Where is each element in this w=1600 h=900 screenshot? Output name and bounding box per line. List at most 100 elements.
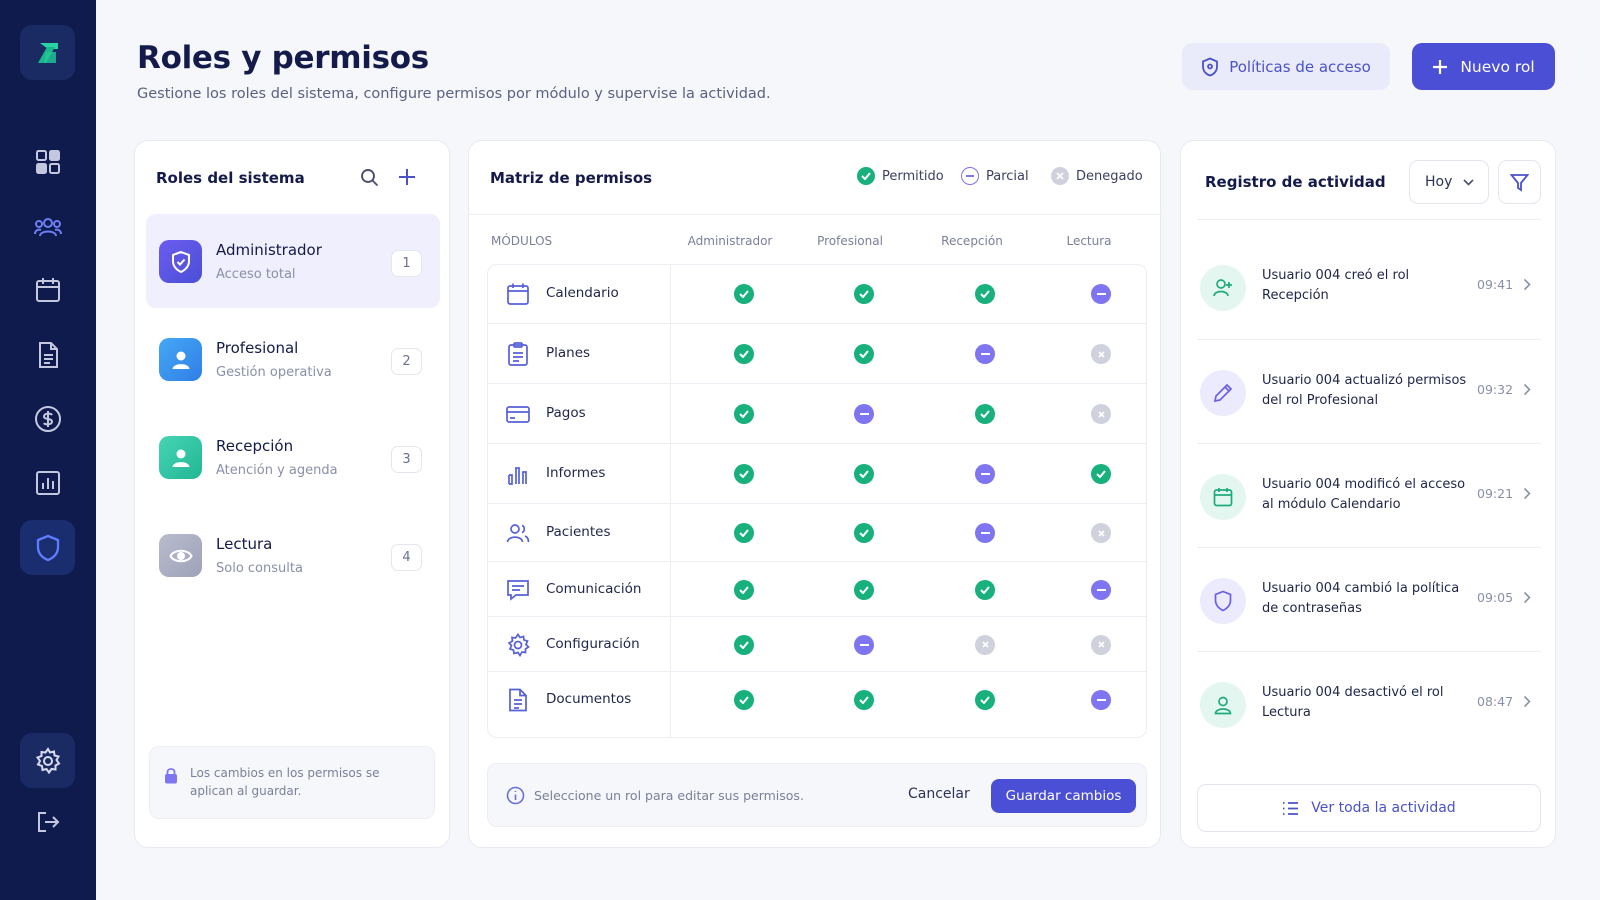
pencil-icon xyxy=(1213,383,1233,403)
module-name: Comunicación xyxy=(546,580,642,597)
minus-circle-icon xyxy=(980,532,990,534)
permission-toggle-lectura[interactable] xyxy=(1091,404,1111,424)
cancel-button[interactable]: Cancelar xyxy=(908,786,970,802)
permission-toggle-lectura[interactable] xyxy=(1091,579,1111,600)
role-description: Acceso total xyxy=(216,267,296,282)
permission-row: Configuración xyxy=(488,616,1146,671)
legend-allowed-label: Permitido xyxy=(882,168,944,184)
column-header-administrador: Administrador xyxy=(687,234,773,248)
permission-toggle-recepcion[interactable] xyxy=(975,523,995,543)
chevron-right-icon xyxy=(1523,278,1531,291)
users-icon xyxy=(33,217,62,236)
role-count-badge: 3 xyxy=(391,446,422,473)
calendar-icon xyxy=(35,277,60,302)
permission-toggle-lectura[interactable] xyxy=(1091,284,1111,304)
permission-toggle-lectura[interactable] xyxy=(1091,344,1111,364)
activity-filter-button[interactable] xyxy=(1498,160,1541,204)
check-circle-icon xyxy=(739,470,749,478)
permission-toggle-profesional[interactable] xyxy=(854,523,874,543)
nav-documents[interactable] xyxy=(20,327,75,382)
nav-calendar[interactable] xyxy=(20,262,75,317)
activity-time: 09:32 xyxy=(1477,382,1514,397)
column-header-lectura: Lectura xyxy=(1066,234,1112,248)
permission-toggle-profesional[interactable] xyxy=(854,464,874,484)
permission-toggle-profesional[interactable] xyxy=(854,404,874,424)
legend-partial: Parcial xyxy=(961,167,1029,185)
save-changes-button[interactable]: Guardar cambios xyxy=(991,779,1136,813)
matrix-header-divider xyxy=(469,214,1162,215)
nav-roles[interactable] xyxy=(20,520,75,575)
shield-icon xyxy=(1202,57,1219,76)
permission-toggle-recepcion[interactable] xyxy=(975,464,995,484)
nav-logout[interactable] xyxy=(20,794,75,849)
matrix-footer: Seleccione un rol para editar sus permis… xyxy=(487,763,1147,827)
chevron-right-icon xyxy=(1523,383,1531,396)
permission-toggle-administrador[interactable] xyxy=(734,579,754,600)
activity-date-filter[interactable]: Hoy xyxy=(1409,160,1489,204)
permission-toggle-administrador[interactable] xyxy=(734,404,754,424)
nav-settings[interactable] xyxy=(20,733,75,788)
activity-item[interactable]: Usuario 004 modificó el acceso al módulo… xyxy=(1197,443,1541,547)
permission-row: Calendario xyxy=(488,265,1146,323)
permission-toggle-recepcion[interactable] xyxy=(975,689,995,710)
document-icon xyxy=(38,341,58,368)
permission-toggle-recepcion[interactable] xyxy=(975,404,995,424)
role-item-recepcion[interactable]: Recepción Atención y agenda 3 xyxy=(146,410,440,504)
shield-icon xyxy=(1214,590,1232,612)
calendar-icon xyxy=(1213,487,1233,507)
access-policies-button[interactable]: Políticas de acceso xyxy=(1182,43,1390,90)
check-circle-icon xyxy=(739,695,749,704)
x-circle-icon xyxy=(981,641,989,648)
permission-toggle-recepcion[interactable] xyxy=(975,579,995,600)
role-item-lectura[interactable]: Lectura Solo consulta 4 xyxy=(146,508,440,602)
bar-chart-icon xyxy=(508,467,527,485)
access-policies-label: Políticas de acceso xyxy=(1229,57,1371,76)
nav-billing[interactable] xyxy=(20,391,75,446)
permission-toggle-lectura[interactable] xyxy=(1091,689,1111,710)
minus-circle-icon xyxy=(961,167,979,185)
permission-toggle-profesional[interactable] xyxy=(854,284,874,304)
view-all-activity-button[interactable]: Ver toda la actividad xyxy=(1197,784,1541,832)
permission-toggle-lectura[interactable] xyxy=(1091,464,1111,484)
permission-toggle-lectura[interactable] xyxy=(1091,523,1111,543)
role-item-profesional[interactable]: Profesional Gestión operativa 2 xyxy=(146,312,440,406)
clipboard-icon xyxy=(508,342,528,366)
permission-toggle-administrador[interactable] xyxy=(734,689,754,710)
new-role-button[interactable]: Nuevo rol xyxy=(1412,43,1555,90)
permission-toggle-administrador[interactable] xyxy=(734,464,754,484)
nav-reports[interactable] xyxy=(20,455,75,510)
permission-toggle-profesional[interactable] xyxy=(854,634,874,655)
permission-toggle-administrador[interactable] xyxy=(734,523,754,543)
activity-item[interactable]: Usuario 004 actualizó permisos del rol P… xyxy=(1197,339,1541,443)
logo[interactable] xyxy=(20,25,75,80)
role-item-administrador[interactable]: Administrador Acceso total 1 xyxy=(146,214,440,308)
permission-toggle-lectura[interactable] xyxy=(1091,634,1111,655)
plus-icon xyxy=(1433,59,1448,74)
plus-icon xyxy=(399,169,415,185)
permission-toggle-administrador[interactable] xyxy=(734,634,754,655)
eye-icon xyxy=(168,549,193,562)
permission-toggle-administrador[interactable] xyxy=(734,284,754,304)
permission-toggle-administrador[interactable] xyxy=(734,344,754,364)
activity-item[interactable]: Usuario 004 cambió la política de contra… xyxy=(1197,547,1541,651)
nav-dashboard[interactable] xyxy=(20,134,75,189)
check-circle-icon xyxy=(980,290,990,298)
check-circle-icon xyxy=(859,585,869,594)
check-circle-icon xyxy=(739,529,749,537)
activity-text: Usuario 004 cambió la política de contra… xyxy=(1262,581,1460,616)
permission-toggle-recepcion[interactable] xyxy=(975,284,995,304)
search-roles-button[interactable] xyxy=(357,165,381,189)
permission-toggle-recepcion[interactable] xyxy=(975,634,995,655)
nav-users[interactable] xyxy=(20,199,75,254)
user-plus-icon xyxy=(1212,277,1234,299)
permission-toggle-profesional[interactable] xyxy=(854,579,874,600)
activity-item[interactable]: Usuario 004 creó el rol Recepción 09:41 xyxy=(1197,235,1541,339)
permission-toggle-recepcion[interactable] xyxy=(975,344,995,364)
add-role-button[interactable] xyxy=(395,165,419,189)
activity-header-divider xyxy=(1197,219,1541,220)
activity-item[interactable]: Usuario 004 desactivó el rol Lectura 08:4… xyxy=(1197,651,1541,755)
legend-allowed: Permitido xyxy=(857,167,944,185)
permission-toggle-profesional[interactable] xyxy=(854,689,874,710)
module-name: Pacientes xyxy=(546,524,611,540)
permission-toggle-profesional[interactable] xyxy=(854,344,874,364)
